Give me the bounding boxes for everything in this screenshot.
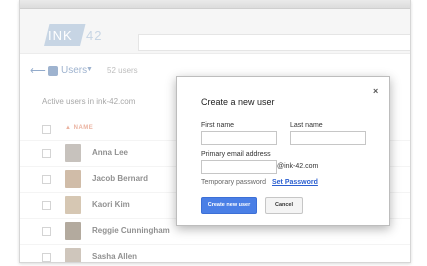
first-name-field[interactable] xyxy=(201,131,277,145)
set-password-link[interactable]: Set Password xyxy=(272,179,318,186)
close-icon[interactable]: × xyxy=(373,86,378,96)
create-user-dialog: Create a new user × First name Last name… xyxy=(176,76,390,226)
cancel-button[interactable]: Cancel xyxy=(265,197,303,214)
email-field[interactable] xyxy=(201,160,277,174)
last-name-label: Last name xyxy=(290,122,323,129)
create-user-button[interactable]: Create new user xyxy=(201,197,257,214)
first-name-label: First name xyxy=(201,122,235,129)
email-domain: @ink-42.com xyxy=(277,163,319,170)
dialog-title: Create a new user xyxy=(201,97,275,107)
browser-top-bar xyxy=(20,0,410,9)
app-window: INK 42 ⟵ Users ▼ 52 users Active users i… xyxy=(19,0,411,263)
temporary-password-label: Temporary password xyxy=(201,179,266,186)
last-name-field[interactable] xyxy=(290,131,366,145)
email-label: Primary email address xyxy=(201,151,271,158)
